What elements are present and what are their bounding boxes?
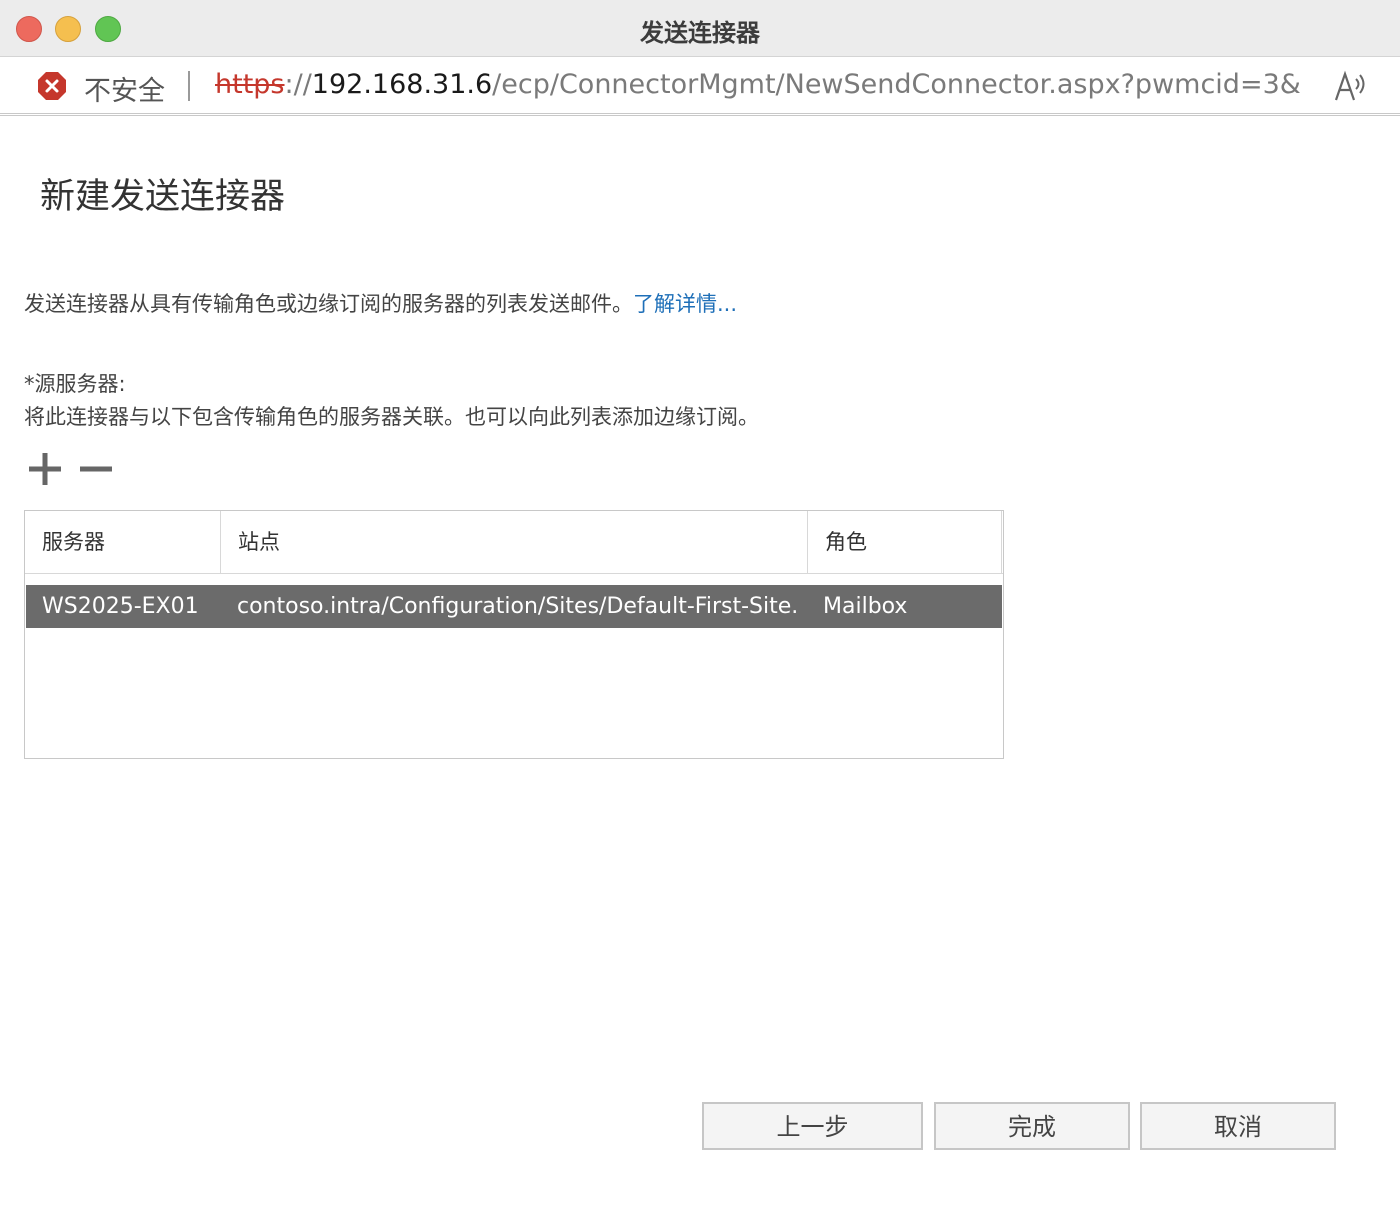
not-secure-label[interactable]: 不安全 <box>84 69 165 108</box>
finish-button[interactable]: 完成 <box>934 1102 1130 1150</box>
back-button[interactable]: 上一步 <box>702 1102 923 1150</box>
cell-site: contoso.intra/Configuration/Sites/Defaul… <box>237 594 797 619</box>
grid-header: 服务器 站点 角色 <box>25 511 1003 574</box>
read-aloud-icon[interactable] <box>1333 69 1369 103</box>
url-path: /ecp/ConnectorMgmt/NewSendConnector.aspx… <box>492 69 1300 100</box>
description-text: 发送连接器从具有传输角色或边缘订阅的服务器的列表发送邮件。 <box>24 292 633 316</box>
cell-server: WS2025-EX01 <box>42 594 199 619</box>
cancel-button[interactable]: 取消 <box>1140 1102 1336 1150</box>
source-server-help: 将此连接器与以下包含传输角色的服务器关联。也可以向此列表添加边缘订阅。 <box>24 405 759 429</box>
not-secure-icon[interactable] <box>37 71 67 101</box>
table-row[interactable]: WS2025-EX01 contoso.intra/Configuration/… <box>26 585 1002 628</box>
window-title: 发送连接器 <box>640 19 760 47</box>
url-text[interactable]: https://192.168.31.6/ecp/ConnectorMgmt/N… <box>215 69 1300 100</box>
url-scheme: https <box>215 69 285 100</box>
column-header-role[interactable]: 角色 <box>808 511 1002 573</box>
remove-server-button[interactable] <box>79 452 113 486</box>
source-server-grid: 服务器 站点 角色 WS2025-EX01 contoso.intra/Conf… <box>24 510 1004 759</box>
add-server-button[interactable] <box>28 452 62 486</box>
column-header-site[interactable]: 站点 <box>221 511 808 573</box>
source-server-label: *源服务器: <box>24 372 126 396</box>
address-divider <box>188 71 190 101</box>
column-header-server[interactable]: 服务器 <box>25 511 221 573</box>
address-bar[interactable]: 不安全 https://192.168.31.6/ecp/ConnectorMg… <box>0 57 1400 116</box>
window-titlebar: 发送连接器 <box>0 0 1400 57</box>
cell-role: Mailbox <box>823 594 908 619</box>
url-host: 192.168.31.6 <box>311 69 493 100</box>
page-description: 发送连接器从具有传输角色或边缘订阅的服务器的列表发送邮件。了解详情... <box>24 288 737 318</box>
learn-more-link[interactable]: 了解详情... <box>633 292 737 316</box>
url-separator: :// <box>284 69 312 100</box>
page-title: 新建发送连接器 <box>40 177 286 217</box>
